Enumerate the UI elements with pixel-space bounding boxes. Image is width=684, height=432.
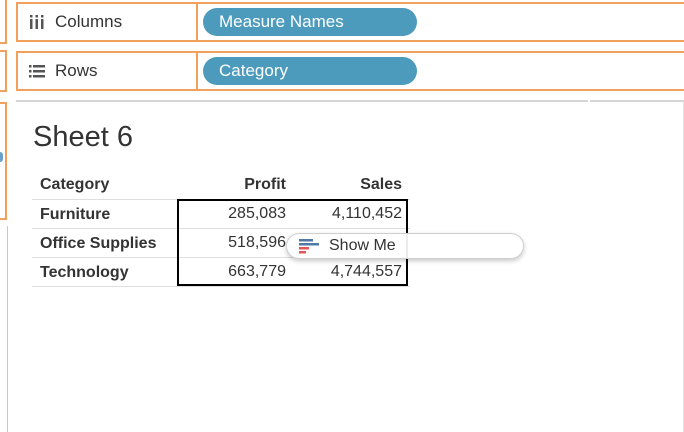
row-category[interactable]: Technology — [40, 258, 129, 287]
columns-shelf[interactable]: Columns Measure Names — [16, 2, 684, 42]
header-category[interactable]: Category — [40, 172, 109, 198]
left-panel-divider — [7, 226, 8, 432]
show-me-label: Show Me — [329, 237, 396, 254]
rows-shelf-label-area: Rows — [18, 53, 198, 89]
row-category[interactable]: Furniture — [40, 200, 110, 229]
columns-shelf-icon — [27, 13, 47, 31]
tableau-worksheet: Columns Measure Names Rows Category Shee… — [0, 0, 684, 432]
cell-profit[interactable]: 663,779 — [180, 258, 286, 287]
row-category[interactable]: Office Supplies — [40, 229, 156, 258]
rows-shelf-icon — [27, 62, 47, 80]
header-sales[interactable]: Sales — [302, 172, 402, 198]
divider-notch — [588, 93, 590, 103]
left-panel-marker — [0, 152, 3, 162]
cell-sales[interactable]: 4,110,452 — [302, 200, 402, 229]
measure-names-pill[interactable]: Measure Names — [203, 8, 417, 36]
columns-shelf-label: Columns — [55, 12, 123, 31]
row-divider — [32, 286, 410, 287]
sheet-title[interactable]: Sheet 6 — [33, 121, 133, 154]
cell-profit[interactable]: 518,596 — [180, 229, 286, 258]
header-profit[interactable]: Profit — [180, 172, 286, 198]
shelf-divider — [16, 100, 684, 102]
left-panel-segment — [0, 0, 7, 44]
left-panel-edge — [0, 0, 9, 432]
show-me-icon — [299, 238, 321, 254]
rows-shelf-label: Rows — [55, 61, 98, 80]
columns-shelf-label-area: Columns — [18, 4, 198, 40]
show-me-button[interactable]: Show Me — [286, 233, 524, 259]
table-row[interactable]: Furniture 285,083 4,110,452 — [32, 200, 410, 229]
rows-shelf[interactable]: Rows Category — [16, 51, 684, 91]
cell-profit[interactable]: 285,083 — [180, 200, 286, 229]
table-row[interactable]: Technology 663,779 4,744,557 — [32, 258, 410, 287]
left-panel-segment — [0, 50, 7, 92]
category-pill[interactable]: Category — [203, 57, 417, 85]
cell-sales[interactable]: 4,744,557 — [302, 258, 402, 287]
